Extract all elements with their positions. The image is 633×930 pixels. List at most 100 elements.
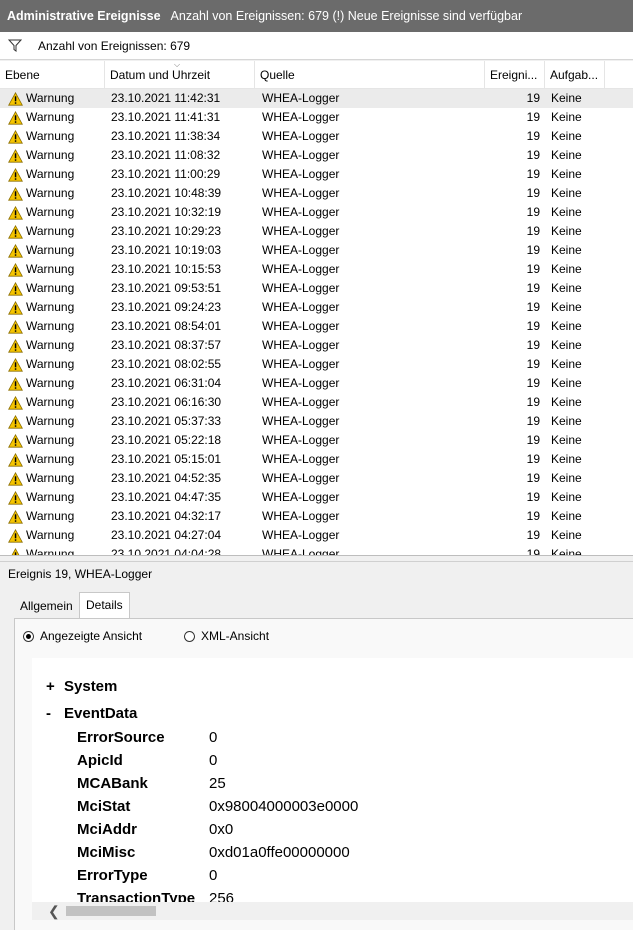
table-row[interactable]: Warnung 23.10.2021 05:15:01 WHEA-Logger 19 K… xyxy=(0,450,633,469)
table-row[interactable]: Warnung 23.10.2021 09:24:23 WHEA-Logger 19 K… xyxy=(0,298,633,317)
table-row[interactable]: Warnung 23.10.2021 08:54:01 WHEA-Logger 19 K… xyxy=(0,317,633,336)
warning-icon xyxy=(8,490,23,505)
tab-details[interactable]: Details xyxy=(79,592,130,619)
event-id-cell: 19 xyxy=(526,452,540,466)
task-cell: Keine xyxy=(551,281,582,295)
column-header-level[interactable]: Ebene xyxy=(0,61,105,88)
table-row[interactable]: Warnung 23.10.2021 05:37:33 WHEA-Logger 19 K… xyxy=(0,412,633,431)
table-row[interactable]: Warnung 23.10.2021 04:47:35 WHEA-Logger 19 K… xyxy=(0,488,633,507)
table-row[interactable]: Warnung 23.10.2021 11:08:32 WHEA-Logger 19 K… xyxy=(0,146,633,165)
task-cell: Keine xyxy=(551,224,582,238)
horizontal-scrollbar[interactable]: ❮ xyxy=(32,902,633,920)
table-row[interactable]: Warnung 23.10.2021 04:27:04 WHEA-Logger 19 K… xyxy=(0,526,633,545)
warning-icon xyxy=(8,224,23,239)
scroll-left-icon[interactable]: ❮ xyxy=(48,902,60,920)
table-row[interactable]: Warnung 23.10.2021 11:00:29 WHEA-Logger 19 K… xyxy=(0,165,633,184)
level-cell: Warnung xyxy=(8,260,104,279)
table-row[interactable]: Warnung 23.10.2021 08:02:55 WHEA-Logger 19 K… xyxy=(0,355,633,374)
table-row[interactable]: Warnung 23.10.2021 04:32:17 WHEA-Logger 19 K… xyxy=(0,507,633,526)
table-row[interactable]: Warnung 23.10.2021 08:37:57 WHEA-Logger 19 K… xyxy=(0,336,633,355)
event-id-cell: 19 xyxy=(526,319,540,333)
level-cell: Warnung xyxy=(8,545,104,555)
level-text: Warnung xyxy=(26,186,75,200)
table-row[interactable]: Warnung 23.10.2021 11:38:34 WHEA-Logger 19 K… xyxy=(0,127,633,146)
level-text: Warnung xyxy=(26,319,75,333)
warning-icon xyxy=(8,300,23,315)
task-cell: Keine xyxy=(551,186,582,200)
warning-icon xyxy=(8,338,23,353)
task-cell: Keine xyxy=(551,300,582,314)
column-header-event-id[interactable]: Ereigni... xyxy=(485,61,545,88)
eventdata-field: MCABank 25 xyxy=(77,775,226,792)
eventdata-field: ErrorSource 0 xyxy=(77,729,217,746)
table-row[interactable]: Warnung 23.10.2021 10:19:03 WHEA-Logger 19 K… xyxy=(0,241,633,260)
warning-icon xyxy=(8,433,23,448)
level-text: Warnung xyxy=(26,262,75,276)
warning-icon xyxy=(8,528,23,543)
level-text: Warnung xyxy=(26,205,75,219)
field-value: 25 xyxy=(209,775,226,792)
collapse-icon[interactable]: - xyxy=(46,705,64,722)
table-row[interactable]: Warnung 23.10.2021 10:15:53 WHEA-Logger 19 K… xyxy=(0,260,633,279)
table-row[interactable]: Warnung 23.10.2021 05:22:18 WHEA-Logger 19 K… xyxy=(0,431,633,450)
source-cell: WHEA-Logger xyxy=(262,281,340,295)
task-cell: Keine xyxy=(551,414,582,428)
event-id-cell: 19 xyxy=(526,262,540,276)
task-cell: Keine xyxy=(551,433,582,447)
event-id-cell: 19 xyxy=(526,243,540,257)
field-value: 256 xyxy=(209,890,235,902)
tree-node-system[interactable]: + System xyxy=(46,678,117,695)
scrollbar-thumb[interactable] xyxy=(66,906,156,916)
table-row[interactable]: Warnung 23.10.2021 06:31:04 WHEA-Logger 19 K… xyxy=(0,374,633,393)
level-cell: Warnung xyxy=(8,203,104,222)
field-key: MciStat xyxy=(77,798,131,815)
radio-selected-icon[interactable] xyxy=(23,630,34,642)
field-key: MciMisc xyxy=(77,844,136,861)
table-row[interactable]: Warnung 23.10.2021 11:42:31 WHEA-Logger 19 K… xyxy=(0,89,633,108)
source-cell: WHEA-Logger xyxy=(262,129,340,143)
level-cell: Warnung xyxy=(8,374,104,393)
level-text: Warnung xyxy=(26,433,75,447)
level-text: Warnung xyxy=(26,471,75,485)
field-value: 0 xyxy=(209,729,218,746)
eventdata-field: TransactionType 256 xyxy=(77,890,234,902)
table-row[interactable]: Warnung 23.10.2021 10:32:19 WHEA-Logger 19 K… xyxy=(0,203,633,222)
radio-friendly-view[interactable]: Angezeigte Ansicht xyxy=(23,629,142,643)
source-cell: WHEA-Logger xyxy=(262,110,340,124)
warning-icon xyxy=(8,281,23,296)
table-header: Ebene Datum und Uhrzeit ⌵ Quelle Ereigni… xyxy=(0,61,633,89)
level-text: Warnung xyxy=(26,395,75,409)
radio-xml-view[interactable]: XML-Ansicht xyxy=(184,629,269,643)
filter-icon[interactable] xyxy=(8,39,22,52)
filter-bar: Anzahl von Ereignissen: 679 xyxy=(0,32,633,60)
column-header-task[interactable]: Aufgab... xyxy=(545,61,605,88)
event-id-cell: 19 xyxy=(526,110,540,124)
event-id-cell: 19 xyxy=(526,509,540,523)
table-row[interactable]: Warnung 23.10.2021 04:52:35 WHEA-Logger 19 K… xyxy=(0,469,633,488)
level-cell: Warnung xyxy=(8,431,104,450)
table-row[interactable]: Warnung 23.10.2021 10:29:23 WHEA-Logger 19 K… xyxy=(0,222,633,241)
source-cell: WHEA-Logger xyxy=(262,547,340,556)
datetime-cell: 23.10.2021 09:24:23 xyxy=(111,300,222,314)
column-header-source[interactable]: Quelle xyxy=(255,61,485,88)
table-row[interactable]: Warnung 23.10.2021 04:04:28 WHEA-Logger 19 K… xyxy=(0,545,633,556)
source-cell: WHEA-Logger xyxy=(262,471,340,485)
expand-icon[interactable]: + xyxy=(46,678,64,695)
source-cell: WHEA-Logger xyxy=(262,148,340,162)
tree-node-eventdata[interactable]: - EventData xyxy=(46,705,137,722)
table-row[interactable]: Warnung 23.10.2021 09:53:51 WHEA-Logger 19 K… xyxy=(0,279,633,298)
tab-general[interactable]: Allgemein xyxy=(14,595,79,617)
level-text: Warnung xyxy=(26,110,75,124)
level-text: Warnung xyxy=(26,509,75,523)
task-cell: Keine xyxy=(551,490,582,504)
event-count-info[interactable]: Anzahl von Ereignissen: 679 (!) Neue Ere… xyxy=(171,9,523,23)
field-key: TransactionType xyxy=(77,890,196,902)
table-row[interactable]: Warnung 23.10.2021 06:16:30 WHEA-Logger 19 K… xyxy=(0,393,633,412)
table-row[interactable]: Warnung 23.10.2021 10:48:39 WHEA-Logger 19 K… xyxy=(0,184,633,203)
table-row[interactable]: Warnung 23.10.2021 11:41:31 WHEA-Logger 19 K… xyxy=(0,108,633,127)
datetime-cell: 23.10.2021 08:37:57 xyxy=(111,338,222,352)
datetime-cell: 23.10.2021 05:15:01 xyxy=(111,452,222,466)
radio-unselected-icon[interactable] xyxy=(184,630,195,642)
datetime-cell: 23.10.2021 09:53:51 xyxy=(111,281,222,295)
task-cell: Keine xyxy=(551,338,582,352)
